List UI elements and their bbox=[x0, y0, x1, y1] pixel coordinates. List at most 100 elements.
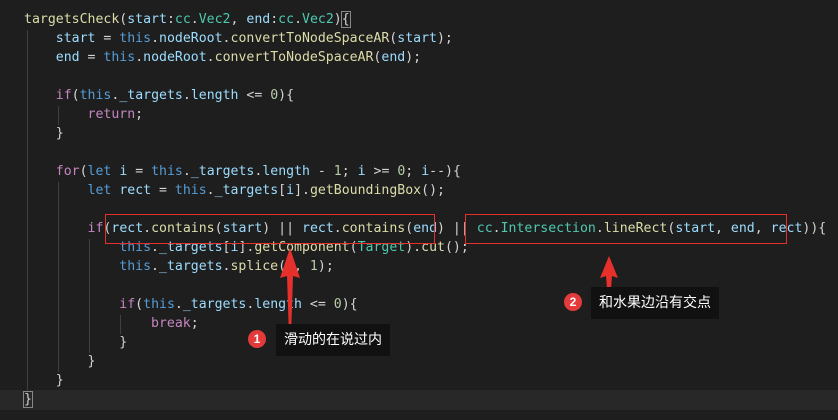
annotation-badge-1: 1 bbox=[248, 330, 266, 348]
type-vec2: Vec2 bbox=[302, 12, 334, 27]
code-line-18[interactable]: } bbox=[24, 333, 127, 352]
paren: ) bbox=[437, 221, 445, 236]
comma: , bbox=[230, 12, 247, 27]
keyword-for: for bbox=[55, 164, 80, 179]
paren: ){ bbox=[341, 297, 358, 312]
number: 1 bbox=[333, 164, 342, 179]
brace: } bbox=[87, 354, 96, 369]
colon: : bbox=[270, 12, 279, 27]
matched-brace: } bbox=[23, 391, 33, 408]
keyword-this: this bbox=[103, 50, 136, 65]
method-splice: splice bbox=[230, 259, 279, 274]
operator: <= bbox=[238, 88, 271, 103]
method-call: convertToNodeSpaceAR bbox=[214, 50, 374, 65]
number: 0 bbox=[270, 88, 279, 103]
keyword-if: if bbox=[55, 88, 72, 103]
keyword-this: this bbox=[143, 297, 175, 312]
semicolon: ; bbox=[341, 164, 358, 179]
code-line-19[interactable]: } bbox=[24, 352, 96, 371]
type-namespace: cc bbox=[174, 12, 191, 27]
type-namespace: cc bbox=[278, 12, 295, 27]
keyword-this: this bbox=[79, 88, 112, 103]
current-line-highlight bbox=[0, 390, 838, 410]
dot: . bbox=[182, 164, 191, 179]
number: 1 bbox=[309, 259, 318, 274]
paren: ); bbox=[436, 31, 453, 46]
code-line-10[interactable]: let rect = this._targets[i].getBoundingB… bbox=[24, 181, 445, 200]
dot: . bbox=[174, 297, 183, 312]
code-editor[interactable]: targetsCheck(start:cc.Vec2, end:cc.Vec2)… bbox=[0, 0, 838, 420]
paren: ); bbox=[317, 259, 334, 274]
operator: <= bbox=[301, 297, 334, 312]
method-call: convertToNodeSpaceAR bbox=[230, 31, 390, 46]
dot: . bbox=[190, 12, 199, 27]
keyword-let: let bbox=[87, 183, 112, 198]
brace: } bbox=[119, 335, 128, 350]
code-line-7[interactable]: } bbox=[24, 124, 64, 143]
param-end: end bbox=[246, 12, 271, 27]
brace: } bbox=[55, 373, 64, 388]
keyword-this: this bbox=[174, 183, 207, 198]
operator: - bbox=[309, 164, 334, 179]
code-line-2[interactable]: start = this.nodeRoot.convertToNodeSpace… bbox=[24, 29, 453, 48]
highlight-box-contains bbox=[105, 214, 435, 244]
type-vec2: Vec2 bbox=[198, 12, 231, 27]
dot: . bbox=[294, 12, 303, 27]
bracket: ] bbox=[294, 183, 303, 198]
keyword-this: this bbox=[151, 164, 183, 179]
code-line-3[interactable]: end = this.nodeRoot.convertToNodeSpaceAR… bbox=[24, 48, 421, 67]
bracket: [ bbox=[278, 183, 287, 198]
function-name: targetsCheck bbox=[24, 12, 120, 27]
param-start: start bbox=[127, 12, 167, 27]
assign: = bbox=[127, 164, 152, 179]
number: 0 bbox=[333, 297, 342, 312]
paren: ( bbox=[79, 164, 88, 179]
arg: end bbox=[381, 50, 406, 65]
assign: = bbox=[151, 183, 175, 198]
keyword-break: break bbox=[151, 316, 191, 331]
matched-brace: { bbox=[340, 11, 351, 28]
dot: . bbox=[206, 50, 215, 65]
code-line-9[interactable]: for(let i = this._targets.length - 1; i … bbox=[24, 162, 461, 181]
keyword-this: this bbox=[119, 31, 152, 46]
assign: = bbox=[95, 31, 120, 46]
prop-targets: _targets bbox=[159, 259, 223, 274]
dot: . bbox=[151, 259, 159, 274]
code-line-5[interactable]: if(this._targets.length <= 0){ bbox=[24, 86, 294, 105]
code-line-6[interactable]: return; bbox=[24, 105, 144, 124]
prop-targets: _targets bbox=[214, 183, 279, 198]
dot: . bbox=[302, 183, 310, 198]
prop-length: length bbox=[262, 164, 310, 179]
paren: ){ bbox=[445, 164, 461, 179]
operator: -- bbox=[429, 164, 446, 179]
keyword-if: if bbox=[119, 297, 136, 312]
colon: : bbox=[166, 12, 175, 27]
code-line-16[interactable]: if(this._targets.length <= 0){ bbox=[24, 295, 358, 314]
dot: . bbox=[151, 31, 160, 46]
assign: = bbox=[79, 50, 104, 65]
code-line-21[interactable]: } bbox=[23, 390, 33, 409]
paren: ) bbox=[333, 12, 342, 27]
annotation-badge-2: 2 bbox=[564, 293, 582, 311]
var-i: i bbox=[286, 183, 295, 198]
prop-targets: _targets bbox=[119, 88, 183, 103]
semicolon: ; bbox=[135, 107, 144, 122]
paren: ){ bbox=[278, 88, 295, 103]
semicolon: ; bbox=[405, 164, 422, 179]
semicolon: ; bbox=[190, 316, 199, 331]
prop-nodeRoot: nodeRoot bbox=[143, 50, 207, 65]
paren: ){ bbox=[810, 221, 827, 236]
highlight-box-linerect bbox=[465, 214, 787, 244]
dot: . bbox=[182, 88, 191, 103]
keyword-return: return bbox=[87, 107, 136, 122]
code-line-17[interactable]: break; bbox=[24, 314, 199, 333]
prop-length: length bbox=[190, 88, 239, 103]
annotation-label-1: 滑动的在说过内 bbox=[276, 324, 390, 356]
keyword-let: let bbox=[87, 164, 112, 179]
code-line-1[interactable]: targetsCheck(start:cc.Vec2, end:cc.Vec2)… bbox=[24, 10, 351, 29]
arg: start bbox=[397, 31, 437, 46]
code-line-20[interactable]: } bbox=[24, 371, 64, 390]
operator: >= bbox=[365, 164, 398, 179]
paren: (); bbox=[421, 183, 445, 198]
prop-nodeRoot: nodeRoot bbox=[159, 31, 223, 46]
